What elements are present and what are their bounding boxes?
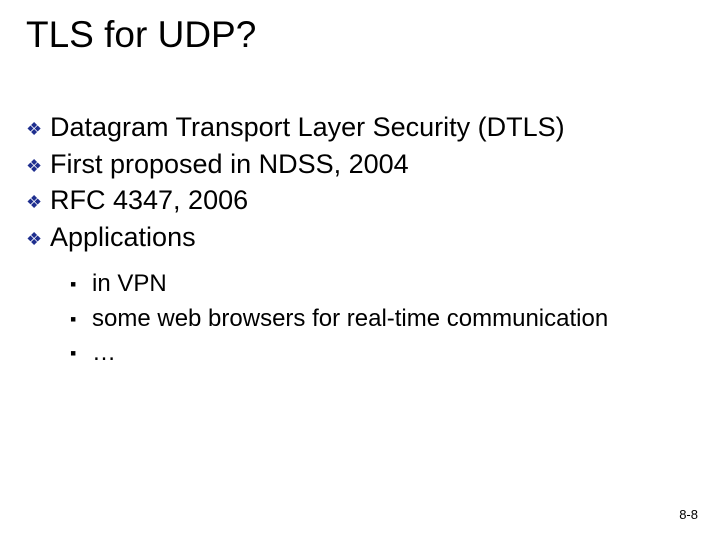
sub-bullet-group: ▪in VPN ▪some web browsers for real-time… (70, 268, 690, 369)
slide-title: TLS for UDP? (26, 14, 256, 56)
sub-bullet-text: … (92, 339, 116, 366)
slide: TLS for UDP? ❖Datagram Transport Layer S… (0, 0, 720, 540)
bullet-item: ❖Datagram Transport Layer Security (DTLS… (26, 110, 690, 145)
sub-bullet-item: ▪in VPN (70, 268, 690, 300)
square-bullet-icon: ▪ (70, 307, 92, 331)
bullet-text: Applications (50, 222, 196, 252)
bullet-text: Datagram Transport Layer Security (DTLS) (50, 112, 565, 142)
slide-body: ❖Datagram Transport Layer Security (DTLS… (26, 110, 690, 371)
sub-bullet-item: ▪some web browsers for real-time communi… (70, 303, 690, 335)
page-number: 8-8 (679, 507, 698, 522)
diamond-bullet-icon: ❖ (26, 118, 50, 141)
square-bullet-icon: ▪ (70, 272, 92, 296)
bullet-item: ❖First proposed in NDSS, 2004 (26, 147, 690, 182)
diamond-bullet-icon: ❖ (26, 191, 50, 214)
bullet-item: ❖Applications (26, 220, 690, 255)
sub-bullet-text: some web browsers for real-time communic… (92, 305, 608, 332)
sub-bullet-item: ▪… (70, 337, 690, 369)
diamond-bullet-icon: ❖ (26, 228, 50, 251)
diamond-bullet-icon: ❖ (26, 155, 50, 178)
sub-bullet-text: in VPN (92, 270, 167, 297)
square-bullet-icon: ▪ (70, 341, 92, 365)
bullet-text: First proposed in NDSS, 2004 (50, 149, 409, 179)
bullet-item: ❖RFC 4347, 2006 (26, 183, 690, 218)
bullet-text: RFC 4347, 2006 (50, 185, 248, 215)
